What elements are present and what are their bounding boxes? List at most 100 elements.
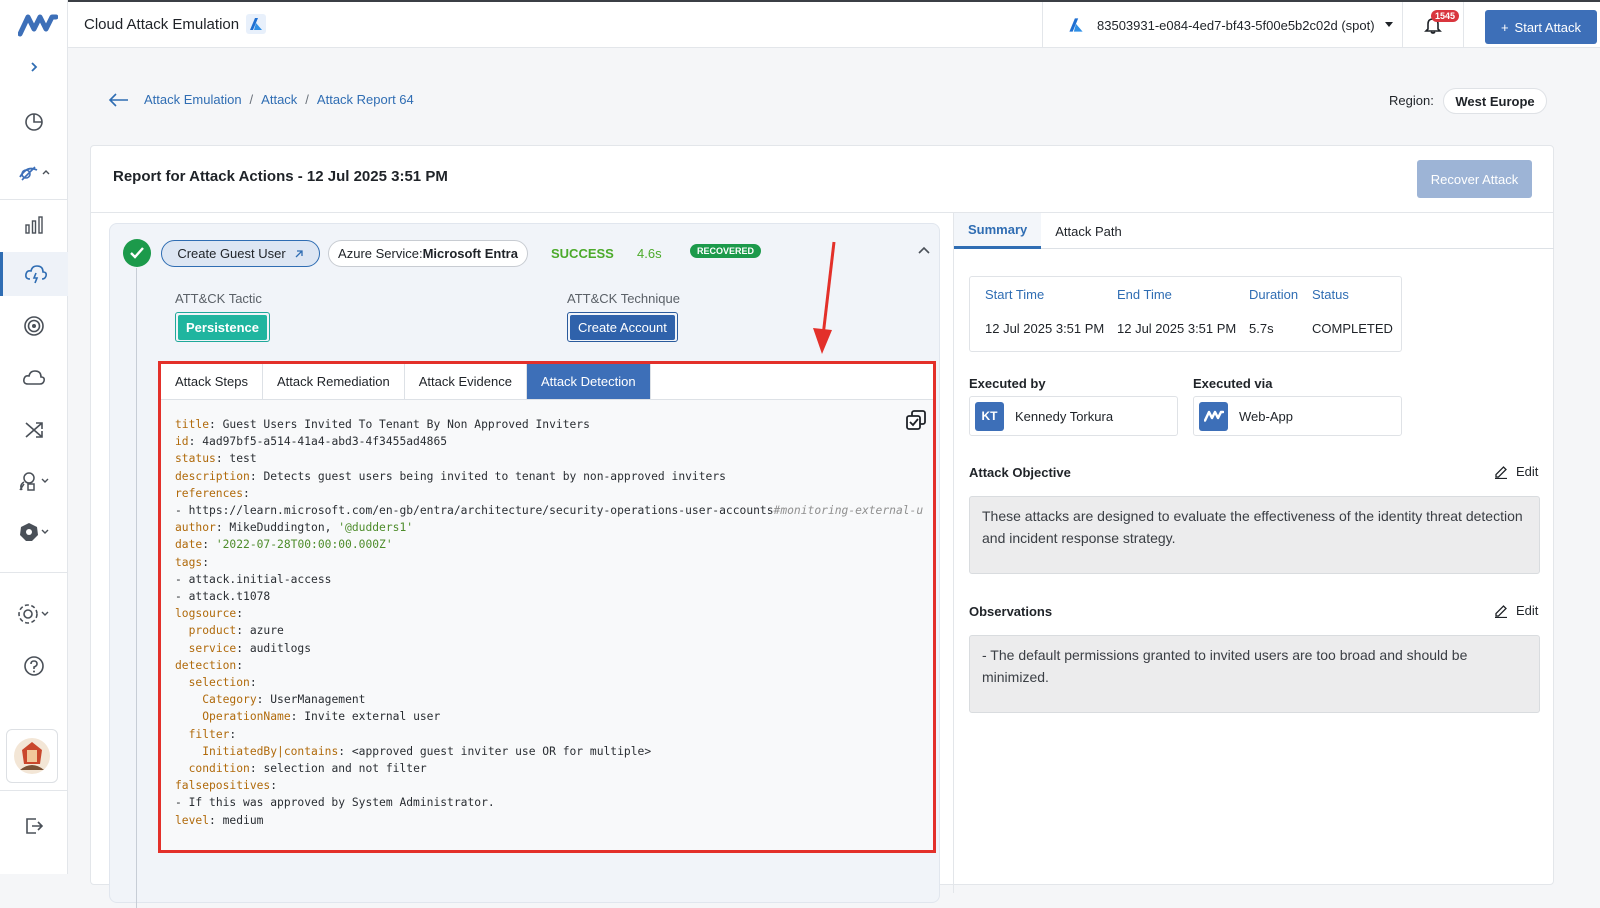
- rule-logsource-service: auditlogs: [249, 641, 312, 655]
- executed-by-name: Kennedy Torkura: [1015, 408, 1114, 424]
- logout-icon[interactable]: [0, 804, 68, 848]
- cloud-attack-icon[interactable]: [0, 252, 68, 296]
- attack-menu-icon[interactable]: [0, 151, 68, 195]
- logo-icon[interactable]: [18, 12, 58, 38]
- pencil-icon: [1495, 604, 1507, 618]
- rule-author-handle: '@dudders1': [338, 521, 414, 535]
- rule-status: test: [229, 452, 257, 466]
- executed-by-label: Executed by: [969, 376, 1046, 391]
- start-attack-label: Start Attack: [1514, 19, 1582, 35]
- rule-date: '2022-07-28T00:00:00.000Z': [215, 538, 393, 552]
- tab-attack-detection[interactable]: Attack Detection: [526, 364, 651, 399]
- rule-reference-url: https://learn.microsoft.com/en-gb/entra/…: [188, 504, 774, 518]
- azure-service-value: Microsoft Entra: [422, 246, 518, 261]
- rule-tag: attack.initial-access: [188, 572, 332, 586]
- back-arrow-icon[interactable]: [108, 92, 130, 108]
- attack-objective-textarea[interactable]: These attacks are designed to evaluate t…: [969, 496, 1540, 574]
- rule-reference-anchor: #monitoring-external-u: [773, 504, 924, 518]
- tab-attack-evidence[interactable]: Attack Evidence: [405, 364, 527, 399]
- action-name: Create Guest User: [177, 246, 286, 261]
- rule-title: Guest Users Invited To Tenant By Non App…: [222, 418, 590, 431]
- tab-summary[interactable]: Summary: [954, 213, 1042, 249]
- end-time-header: End Time: [1117, 287, 1172, 302]
- detection-panel-highlight: Attack Steps Attack Remediation Attack E…: [158, 361, 936, 853]
- azure-service-label: Azure Service:: [338, 246, 423, 261]
- plus-icon: +: [1500, 19, 1509, 35]
- executed-by-card: KT Kennedy Torkura: [969, 396, 1178, 436]
- collapse-chevron-icon[interactable]: [918, 246, 930, 254]
- rule-logsource-product: azure: [249, 624, 284, 638]
- left-sidebar: [0, 0, 68, 874]
- duration-header: Duration: [1249, 287, 1299, 302]
- user-initials-avatar: KT: [975, 401, 1004, 431]
- breadcrumb-attack[interactable]: Attack: [261, 92, 297, 107]
- rule-id: 4ad97bf5-a514-41a4-abd3-4f3455ad4865: [202, 435, 448, 449]
- status-value: COMPLETED: [1312, 321, 1393, 336]
- notifications-button[interactable]: 1545: [1402, 2, 1464, 48]
- app-title: Cloud Attack Emulation: [84, 16, 240, 33]
- azure-service-chip: Azure Service: Microsoft Entra: [328, 240, 528, 267]
- rule-falsepositive: If this was approved by System Administr…: [188, 796, 495, 810]
- user-avatar[interactable]: [6, 729, 58, 783]
- tab-attack-path[interactable]: Attack Path: [1041, 213, 1135, 249]
- recover-attack-button[interactable]: Recover Attack: [1417, 160, 1532, 198]
- summary-tabs: Summary Attack Path: [954, 213, 1554, 249]
- observations-textarea[interactable]: - The default permissions granted to inv…: [969, 635, 1540, 713]
- subscription-selector[interactable]: 83503931-e084-4ed7-bf43-5f00e5b2c02d (sp…: [1042, 2, 1402, 48]
- executed-via-card: Web-App: [1193, 396, 1402, 436]
- settings-gear-icon[interactable]: [0, 592, 68, 636]
- copy-icon[interactable]: [906, 410, 926, 430]
- tab-attack-steps[interactable]: Attack Steps: [161, 364, 263, 399]
- rule-selection-category: UserManagement: [270, 693, 366, 707]
- rule-level: medium: [222, 813, 264, 827]
- attack-objective-label: Attack Objective: [969, 465, 1071, 480]
- start-time-value: 12 Jul 2025 3:51 PM: [985, 321, 1105, 336]
- rule-condition: selection and not filter: [263, 762, 427, 776]
- success-check-icon: [123, 239, 151, 267]
- dashboard-pie-icon[interactable]: [0, 99, 68, 143]
- tab-attack-remediation[interactable]: Attack Remediation: [263, 364, 405, 399]
- start-attack-button[interactable]: + Start Attack: [1485, 10, 1597, 44]
- edit-objective-button[interactable]: Edit: [1494, 464, 1538, 479]
- caret-down-icon: [1384, 22, 1393, 27]
- breadcrumb-attack-emulation[interactable]: Attack Emulation: [144, 92, 242, 107]
- expand-sidebar-icon[interactable]: [0, 45, 68, 89]
- breadcrumb-attack-report[interactable]: Attack Report 64: [317, 92, 414, 107]
- azure-icon: [246, 14, 266, 34]
- duration-value: 5.7s: [1249, 321, 1274, 336]
- kubernetes-icon[interactable]: [0, 510, 68, 554]
- action-status: SUCCESS: [551, 246, 614, 261]
- subscription-label: 83503931-e084-4ed7-bf43-5f00e5b2c02d (sp…: [1097, 17, 1375, 33]
- status-header: Status: [1312, 287, 1349, 302]
- region-selector[interactable]: West Europe: [1443, 88, 1547, 114]
- report-title: Report for Attack Actions - 12 Jul 2025 …: [113, 168, 448, 185]
- web-app-logo-icon: [1199, 401, 1228, 431]
- action-name-chip[interactable]: Create Guest User: [161, 240, 320, 267]
- detail-tabs: Attack Steps Attack Remediation Attack E…: [161, 364, 933, 400]
- rule-selection-operation: Invite external user: [304, 710, 441, 724]
- shuffle-icon[interactable]: [0, 408, 68, 452]
- integrations-icon[interactable]: [0, 459, 68, 503]
- help-icon[interactable]: [0, 644, 68, 688]
- tactic-label: ATT&CK Tactic: [175, 291, 262, 306]
- observations-label: Observations: [969, 604, 1053, 619]
- action-duration: 4.6s: [637, 246, 662, 261]
- technique-tag[interactable]: Create Account: [567, 312, 678, 342]
- target-icon[interactable]: [0, 304, 68, 348]
- region-label: Region:: [1389, 93, 1434, 108]
- rule-filter-value: <approved guest inviter use OR for multi…: [351, 744, 652, 758]
- azure-icon: [1069, 18, 1083, 32]
- detection-rule-code: title: Guest Users Invited To Tenant By …: [161, 400, 933, 850]
- cloud-icon[interactable]: [0, 356, 68, 400]
- external-link-icon: [295, 249, 303, 257]
- tactic-tag[interactable]: Persistence: [175, 312, 270, 342]
- red-annotation-arrow: [813, 241, 836, 354]
- top-bar: Cloud Attack Emulation 83503931-e084-4ed…: [68, 0, 1600, 48]
- notification-count-badge: 1545: [1431, 10, 1460, 22]
- analytics-bar-icon[interactable]: [0, 203, 68, 247]
- start-time-header: Start Time: [985, 287, 1045, 302]
- executed-via-label: Executed via: [1193, 376, 1273, 391]
- edit-observations-button[interactable]: Edit: [1494, 603, 1538, 618]
- rule-description: Detects guest users being invited to ten…: [263, 469, 726, 483]
- rule-tag: attack.t1078: [188, 590, 271, 604]
